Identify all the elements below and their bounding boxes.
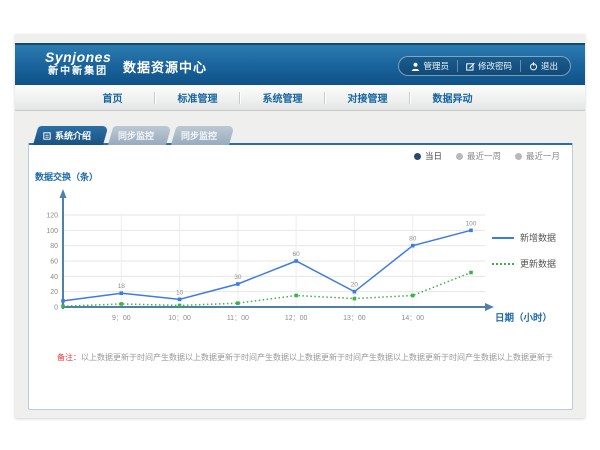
svg-text:60: 60 (50, 259, 58, 266)
change-password-label: 修改密码 (478, 60, 512, 72)
logo-brand-text: Synjones (45, 49, 111, 65)
footnote: 备注：以上数据更新于时间产生数据以上数据更新于时间产生数据以上数据更新于时间产生… (57, 352, 554, 363)
user-toolbar: 管理员 修改密码 退出 (398, 56, 571, 76)
svg-text:80: 80 (50, 243, 58, 250)
browser-page: Synjones 新中新集团 数据资源中心 管理员 修改密码 (15, 34, 585, 418)
tab-label: 同步监控 (118, 129, 154, 142)
svg-text:40: 40 (50, 274, 58, 281)
chart-legend: 新增数据 更新数据 (492, 231, 556, 270)
svg-text:12：00: 12：00 (285, 315, 308, 322)
main-nav-items: 首页 标准管理 系统管理 对接管理 数据异动 (70, 85, 495, 110)
current-user-label: 管理员 (423, 60, 449, 72)
svg-text:100: 100 (466, 220, 477, 227)
logo-company-text: 新中新集团 (45, 65, 111, 78)
svg-text:0: 0 (54, 305, 58, 312)
legend-item-updated-data[interactable]: 更新数据 (492, 257, 556, 270)
legend-solid-line-icon (492, 237, 514, 239)
tab-label: 系统介绍 (55, 129, 91, 142)
content-panel: 当日 最近一周 最近一月 0204060801001209：0010：0011：… (28, 143, 573, 410)
svg-text:日期（小时）: 日期（小时） (495, 312, 552, 324)
company-logo: Synjones 新中新集团 (45, 49, 111, 78)
svg-text:120: 120 (46, 213, 58, 220)
svg-text:80: 80 (409, 236, 417, 243)
svg-text:100: 100 (46, 228, 58, 235)
svg-text:20: 20 (50, 289, 58, 296)
main-nav: 首页 标准管理 系统管理 对接管理 数据异动 (15, 85, 585, 111)
power-icon (529, 62, 538, 71)
page-title: 数据资源中心 (123, 57, 207, 76)
tab-bar: 系统介绍 同步监控 同步监控 (33, 126, 229, 145)
nav-item-data-change[interactable]: 数据异动 (410, 85, 495, 110)
logout-label: 退出 (541, 60, 558, 72)
tab-label: 同步监控 (181, 129, 217, 142)
nav-item-standard-mgmt[interactable]: 标准管理 (155, 85, 240, 110)
svg-text:11：00: 11：00 (227, 315, 249, 322)
nav-item-system-mgmt[interactable]: 系统管理 (240, 85, 325, 110)
tab-sync-monitor-1[interactable]: 同步监控 (108, 126, 166, 145)
tab-system-intro[interactable]: 系统介绍 (33, 126, 103, 145)
footnote-text: 以上数据更新于时间产生数据以上数据更新于时间产生数据以上数据更新于时间产生数据以… (81, 353, 553, 362)
logout-button[interactable]: 退出 (520, 60, 566, 72)
svg-text:9：00: 9：00 (112, 315, 131, 322)
svg-text:数据交换（条）: 数据交换（条） (35, 171, 98, 182)
edit-icon (466, 62, 475, 71)
footnote-prefix: 备注： (57, 353, 81, 362)
svg-text:18: 18 (118, 283, 126, 290)
legend-label: 更新数据 (520, 257, 556, 270)
app-header: Synjones 新中新集团 数据资源中心 管理员 修改密码 (15, 43, 585, 85)
current-user-button[interactable]: 管理员 (403, 60, 457, 72)
change-password-button[interactable]: 修改密码 (457, 60, 520, 72)
svg-text:10：00: 10：00 (168, 315, 191, 322)
legend-item-new-data[interactable]: 新增数据 (492, 231, 556, 244)
legend-label: 新增数据 (520, 231, 556, 244)
user-icon (411, 62, 420, 71)
nav-item-home[interactable]: 首页 (70, 85, 155, 110)
svg-text:30: 30 (234, 274, 242, 281)
nav-item-interface-mgmt[interactable]: 对接管理 (325, 85, 410, 110)
svg-text:13：00: 13：00 (343, 315, 366, 322)
tab-sync-monitor-2[interactable]: 同步监控 (171, 126, 229, 145)
svg-text:10: 10 (176, 289, 184, 296)
svg-text:20: 20 (351, 282, 359, 289)
legend-dotted-line-icon (492, 263, 514, 265)
svg-text:60: 60 (293, 251, 301, 258)
document-icon (43, 132, 51, 140)
svg-text:14：00: 14：00 (401, 315, 424, 322)
